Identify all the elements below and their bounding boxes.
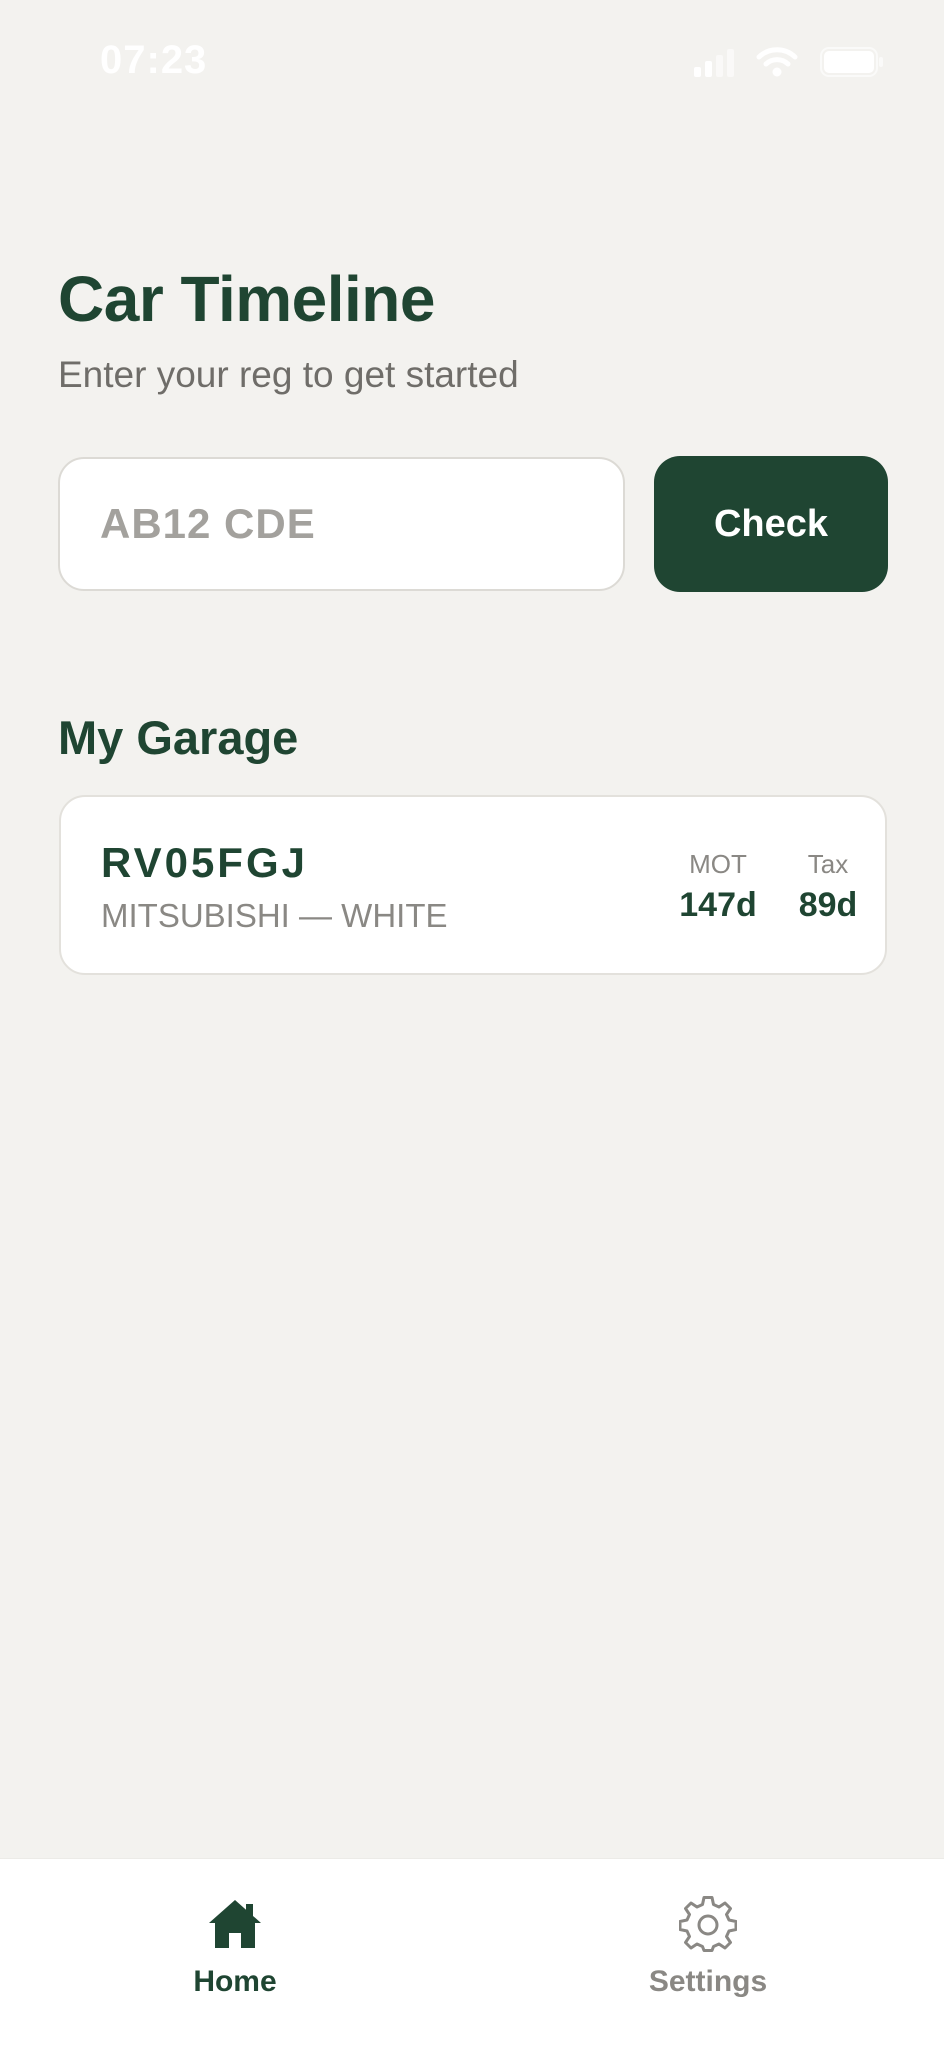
page-subtitle: Enter your reg to get started (58, 354, 519, 395)
tax-label: Tax (807, 849, 849, 879)
tab-settings-label: Settings (648, 1965, 768, 1998)
mot-label: MOT (689, 849, 747, 879)
tax-stat: Tax 89d (773, 849, 883, 925)
tab-settings[interactable]: Settings (608, 1895, 808, 1999)
check-button[interactable]: Check (654, 456, 888, 592)
garage-title: My Garage (58, 711, 299, 764)
tax-days: 89d (798, 886, 858, 924)
gear-icon (679, 1896, 737, 1952)
page-title: Car Timeline (58, 263, 435, 335)
vehicle-description: MITSUBISHI — WHITE (101, 897, 448, 934)
mot-stat: MOT 147d (663, 849, 773, 925)
status-bar: 07:23 (0, 0, 944, 130)
tab-bar: Home Settings (0, 1858, 944, 2048)
cellular-signal-icon (694, 47, 734, 77)
reg-input-container (58, 457, 625, 591)
house-icon (209, 1900, 261, 1948)
tab-home[interactable]: Home (135, 1895, 335, 1999)
reg-input[interactable] (60, 459, 623, 589)
vehicle-reg: RV05FGJ (101, 839, 308, 886)
vehicle-card[interactable]: RV05FGJ MITSUBISHI — WHITE MOT 147d Tax … (59, 795, 887, 975)
status-icons (694, 46, 884, 78)
tab-home-label: Home (193, 1965, 277, 1998)
status-time: 07:23 (100, 38, 208, 82)
wifi-icon (756, 46, 798, 78)
mot-days: 147d (679, 886, 757, 924)
battery-icon (820, 47, 884, 77)
screen: 07:23 Car Timeline Enter your reg to get… (0, 0, 944, 2048)
